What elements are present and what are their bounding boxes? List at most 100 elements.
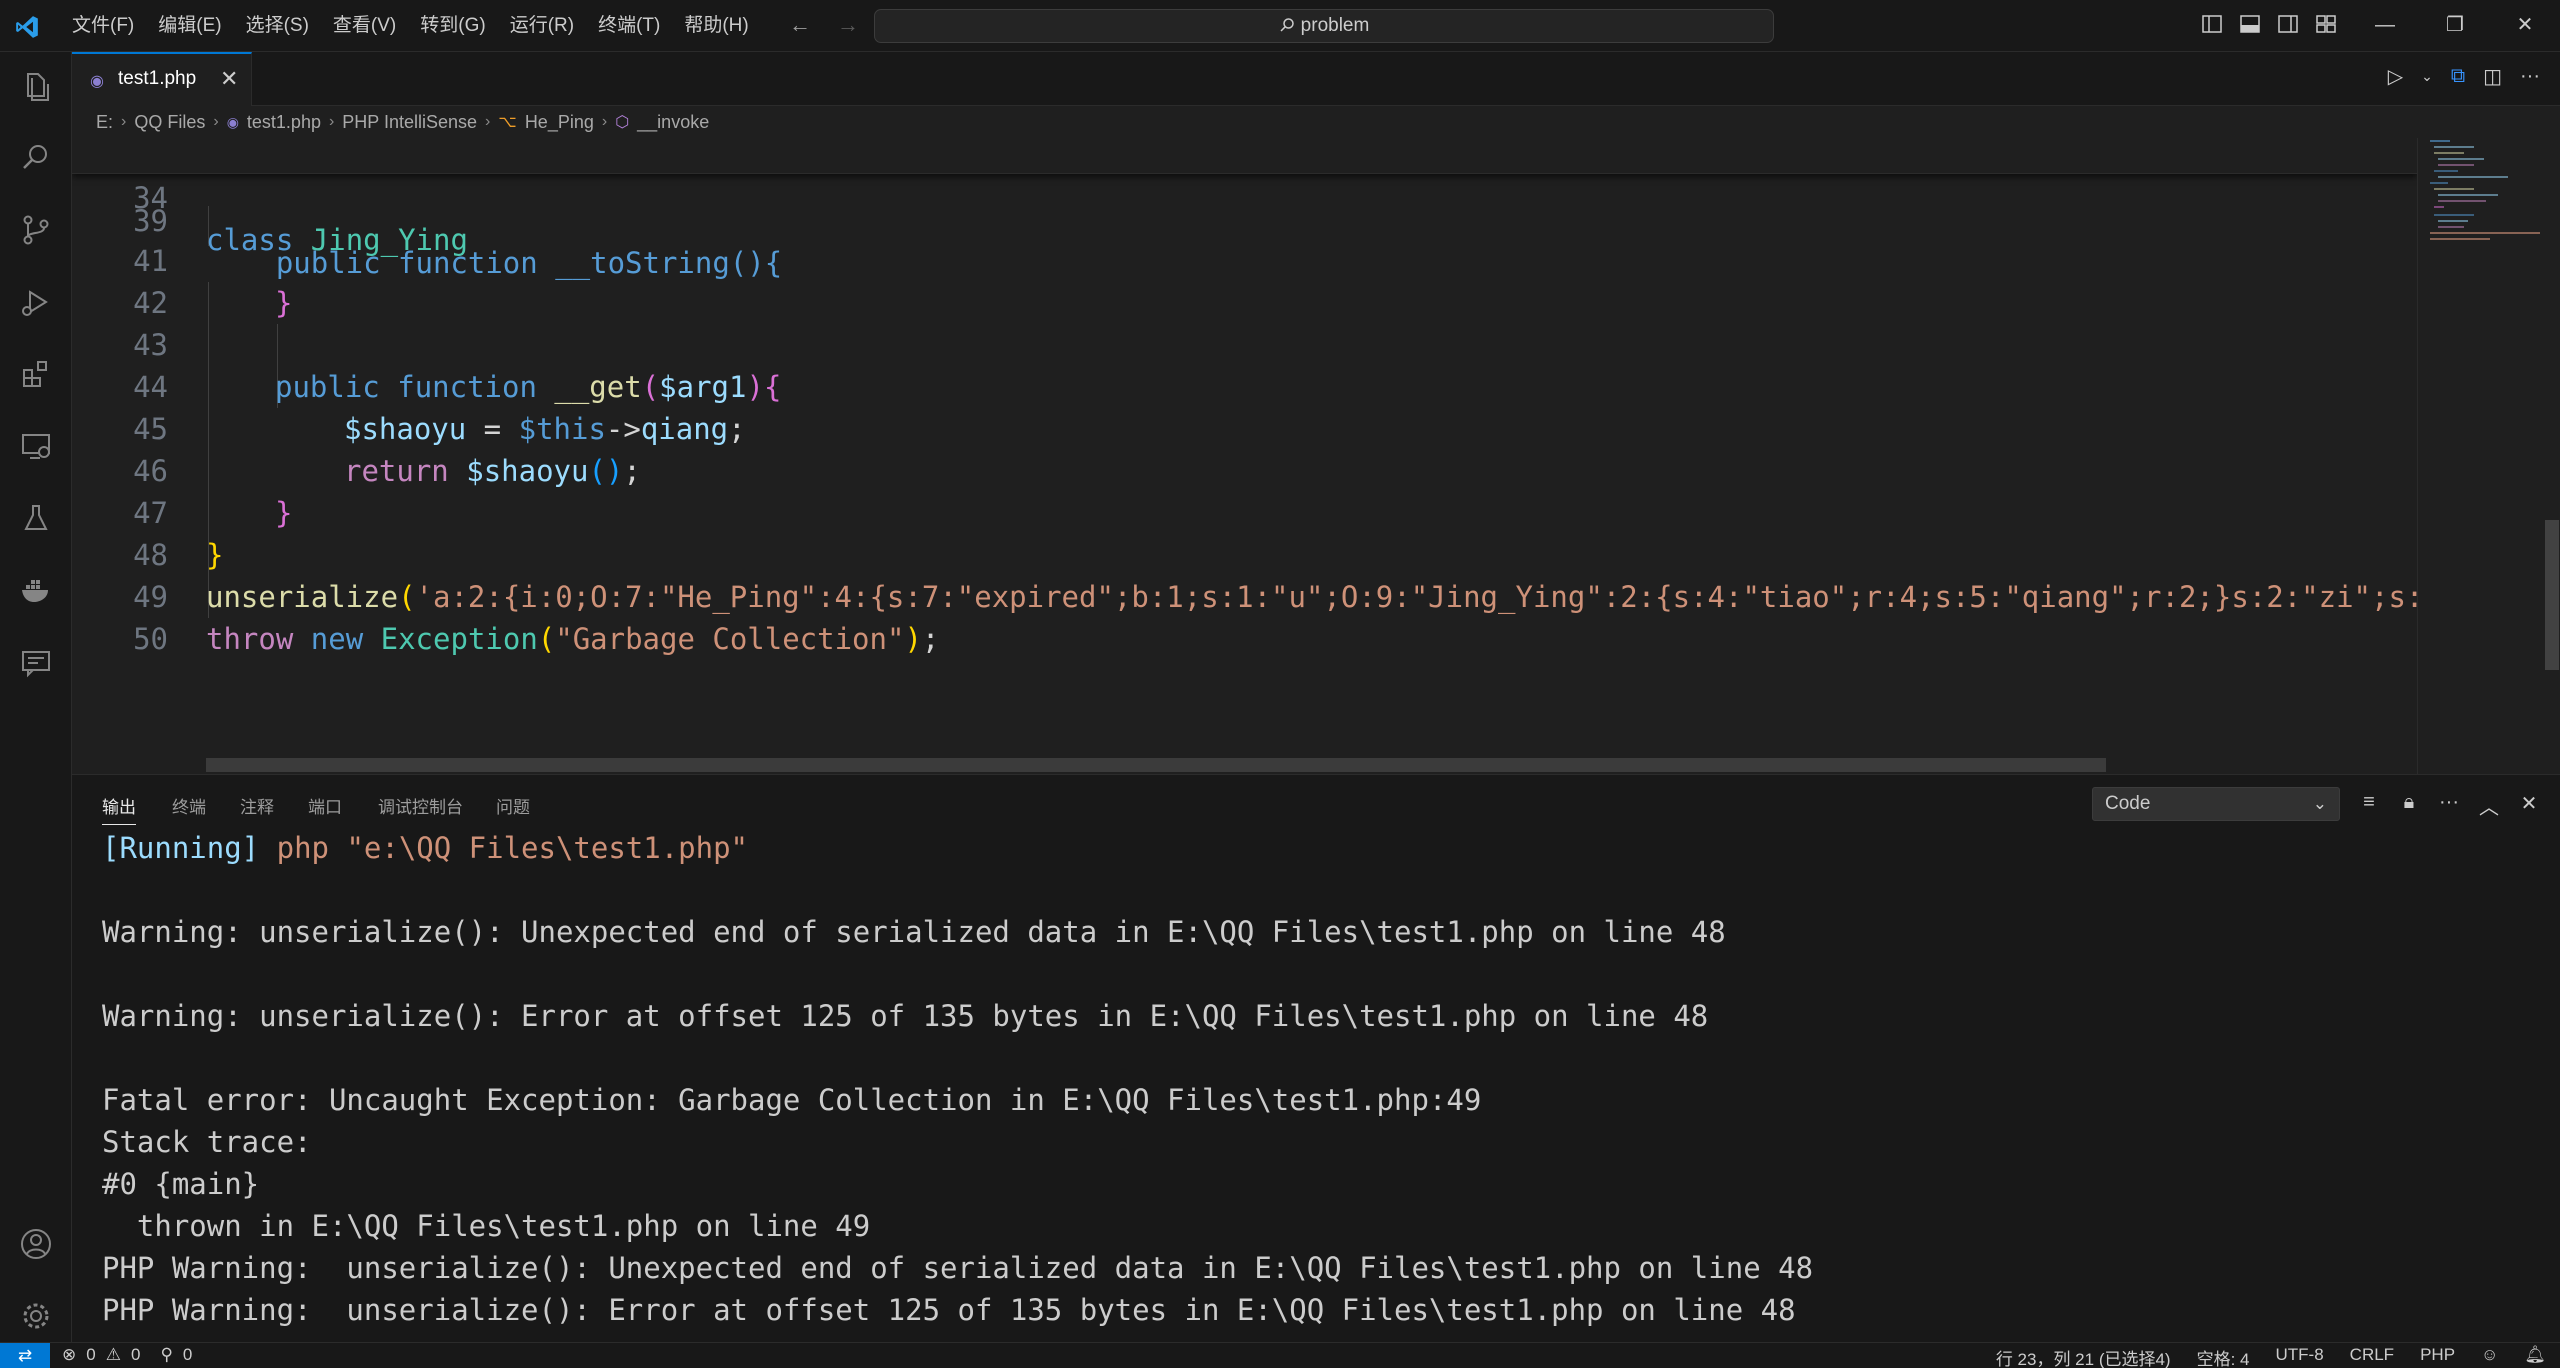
toggle-secondary-sidebar-icon[interactable] [2276,12,2300,36]
output-line: Warning: unserialize(): Unexpected end o… [102,915,1726,949]
class-name: Jing_Ying [310,223,468,257]
testing-icon[interactable] [18,500,54,536]
toggle-primary-sidebar-icon[interactable] [2200,12,2224,36]
php-file-icon: ◉ [90,73,104,90]
extensions-icon[interactable] [18,356,54,392]
back-arrow-icon[interactable]: ← [786,12,814,38]
explorer-icon[interactable] [18,68,54,104]
semicolon: ; [921,622,940,656]
more-actions-icon[interactable]: ··· [2438,791,2460,820]
code-line: 43 public function __get($arg1){ [72,282,2417,404]
menu-run[interactable]: 运行(R) [498,8,586,44]
breadcrumb-method[interactable]: __invoke [637,112,709,133]
close-window-icon[interactable]: ✕ [2490,0,2560,52]
code-line: 45 return $shaoyu(); [72,366,2417,488]
editor-tab-bar: ◉ test1.php ✕ ▷ ⌄ ⧉ ◫ ··· [72,52,2560,106]
cursor-position[interactable]: 行 23，列 21 (已选择4) [1996,1345,2171,1368]
title-bar: 文件(F) 编辑(E) 选择(S) 查看(V) 转到(G) 运行(R) 终端(T… [0,0,2560,52]
breadcrumb-class[interactable]: He_Ping [525,112,594,133]
forward-arrow-icon[interactable]: → [834,12,862,38]
language-mode[interactable]: PHP [2420,1345,2455,1368]
code-line: 34 class Jing_Ying [72,138,2417,257]
output-channel-select[interactable]: Code ⌄ [2092,787,2340,821]
tab-problems[interactable]: 问题 [496,793,530,818]
ports-count: 0 [182,1345,193,1364]
code-editor[interactable]: 34 class Jing_Ying 39 public function __… [72,138,2417,774]
menu-terminal[interactable]: 终端(T) [586,8,672,44]
menu-help[interactable]: 帮助(H) [672,8,760,44]
run-and-debug-icon[interactable] [18,284,54,320]
horizontal-scrollbar[interactable] [206,758,2106,772]
menu-file[interactable]: 文件(F) [60,8,146,44]
output-console[interactable]: [Running] php "e:\QQ Files\test1.php" Wa… [102,827,2542,1331]
warning-count: 0 [130,1345,141,1364]
output-line: #0 {main} [102,1167,260,1201]
menu-view[interactable]: 查看(V) [321,8,408,44]
keyword: class [206,223,294,257]
source-control-icon[interactable] [18,212,54,248]
output-channel-value: Code [2105,793,2151,814]
menu-go[interactable]: 转到(G) [408,8,497,44]
paren: ( [537,622,556,656]
tab-comments[interactable]: 注释 [240,793,274,818]
encoding[interactable]: UTF-8 [2276,1345,2324,1368]
indentation[interactable]: 空格: 4 [2197,1345,2250,1368]
breadcrumb-file[interactable]: test1.php [247,112,321,133]
compare-changes-icon[interactable]: ⧉ [2451,65,2465,88]
remote-indicator-icon[interactable]: ⇄ [0,1343,50,1368]
code-line: 44 $shaoyu = $this->qiang; [72,324,2417,446]
output-line: PHP Warning: unserialize(): Error at off… [102,1293,1796,1327]
accounts-icon[interactable] [18,1226,54,1262]
run-dropdown-chevron-icon[interactable]: ⌄ [2421,68,2433,85]
tab-output[interactable]: 输出 [102,793,136,825]
comments-icon[interactable] [18,644,54,680]
code-line: 49 throw new Exception("Garbage Collecti… [72,534,2417,656]
code-line: 47 } [72,450,2417,572]
breadcrumb-provider[interactable]: PHP IntelliSense [342,112,477,133]
breadcrumb-folder[interactable]: QQ Files [134,112,205,133]
split-editor-icon[interactable]: ◫ [2483,64,2502,89]
tab-debug-console[interactable]: 调试控制台 [378,793,463,818]
manage-gear-icon[interactable] [18,1298,54,1334]
breadcrumb-drive[interactable]: E: [96,112,113,133]
chevron-right-icon: › [213,113,219,130]
lock-scroll-icon[interactable]: 🔒︎ [2398,791,2420,820]
close-panel-icon[interactable]: ✕ [2518,791,2540,820]
menu-selection[interactable]: 选择(S) [234,8,321,44]
vertical-scrollbar[interactable] [2543,138,2560,774]
sticky-scroll-header[interactable]: 34 class Jing_Ying [72,138,2417,257]
menu-edit[interactable]: 编辑(E) [146,8,233,44]
scrollbar-thumb[interactable] [2545,520,2559,670]
bottom-panel: 输出 终端 注释 端口 调试控制台 问题 Code ⌄ ≡ 🔒︎ ··· ︿ ✕… [72,774,2560,1342]
tab-ports[interactable]: 端口 [308,793,342,818]
maximize-panel-icon[interactable]: ︿ [2478,791,2500,820]
end-of-line[interactable]: CRLF [2350,1345,2394,1368]
docker-icon[interactable] [18,572,54,608]
run-code-icon[interactable]: ▷ [2388,64,2403,89]
search-view-icon[interactable] [18,140,54,176]
code-line: 50 [72,576,2417,656]
toggle-panel-icon[interactable] [2238,12,2262,36]
minimize-icon[interactable]: — [2350,0,2420,52]
more-actions-icon[interactable]: ··· [2520,65,2540,88]
warning-icon: ⚠ [105,1345,121,1364]
restore-icon[interactable]: ❐ [2420,0,2490,52]
class-symbol-icon: ⌥ [498,114,517,131]
chevron-right-icon: › [121,113,127,130]
customize-layout-icon[interactable] [2314,12,2338,36]
command-center-search[interactable]: problem [874,9,1774,43]
remote-explorer-icon[interactable] [18,428,54,464]
copilot-icon[interactable]: ☺ [2481,1345,2498,1368]
tab-terminal[interactable]: 终端 [172,793,206,818]
tab-close-icon[interactable]: ✕ [220,66,238,92]
notifications-bell-icon[interactable]: 🔔︎ [2524,1345,2546,1368]
tab-test1-php[interactable]: ◉ test1.php ✕ [72,52,252,106]
clear-output-icon[interactable]: ≡ [2358,791,2380,820]
problems-indicator[interactable]: ⊗ 0 ⚠ 0 ⚲ 0 [62,1345,192,1365]
minimap[interactable] [2417,138,2543,774]
output-line: [Running] php "e:\QQ Files\test1.php" [102,827,2542,869]
command-center-text: problem [1300,15,1370,36]
error-count: 0 [86,1345,96,1364]
activity-bar [0,52,72,1342]
